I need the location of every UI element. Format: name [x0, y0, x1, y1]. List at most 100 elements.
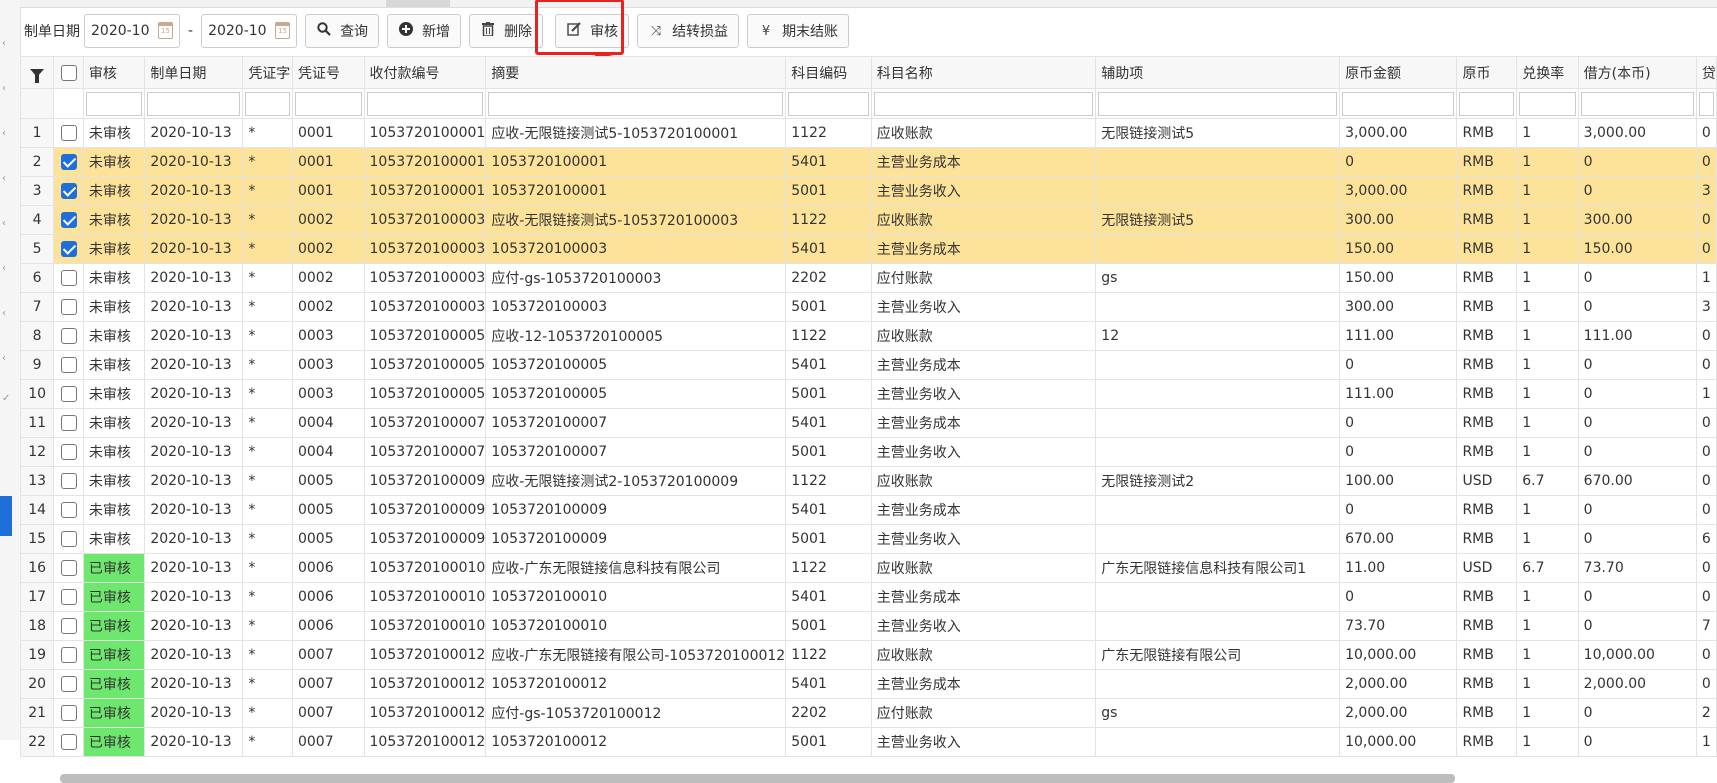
rate-cell[interactable]: 6.7 — [1516, 466, 1579, 496]
currency-cell[interactable]: USD — [1456, 553, 1518, 583]
summary-cell[interactable]: 1053720100009 — [485, 524, 787, 554]
voucher-word-cell[interactable]: * — [242, 350, 293, 380]
voucher-word-cell[interactable]: * — [242, 437, 293, 467]
voucher-word-cell[interactable]: * — [242, 524, 293, 554]
audit-status-cell[interactable]: 已审核 — [82, 553, 146, 583]
currency-cell[interactable]: RMB — [1456, 640, 1518, 670]
payment-no-cell[interactable]: 1053720100010 — [363, 611, 487, 641]
rate-cell[interactable]: 1 — [1516, 437, 1579, 467]
account-name-cell[interactable]: 应付账款 — [870, 698, 1097, 728]
account-name-cell[interactable]: 主营业务收入 — [870, 611, 1097, 641]
credit-cell[interactable]: 0 — [1695, 118, 1717, 148]
amount-cell[interactable]: 670.00 — [1339, 524, 1458, 554]
audit-status-cell[interactable]: 已审核 — [82, 669, 146, 699]
voucher-word-cell[interactable]: * — [242, 234, 293, 264]
credit-cell[interactable]: 2 — [1695, 698, 1717, 728]
audit-status-cell[interactable]: 未审核 — [82, 147, 146, 177]
voucher-word-cell[interactable]: * — [242, 292, 293, 322]
col-header-currency[interactable]: 原币 — [1456, 56, 1518, 89]
voucher-word-cell[interactable]: * — [242, 176, 293, 206]
filter-input-credit[interactable] — [1698, 91, 1714, 116]
col-header-account-name[interactable]: 科目名称 — [870, 56, 1097, 89]
table-row[interactable]: 4 未审核 2020-10-13 * 0002 1053720100003 应收-无限链接测… — [19, 205, 1717, 235]
debit-cell[interactable]: 0 — [1577, 176, 1697, 206]
filter-input-voucher-no[interactable] — [294, 91, 362, 116]
audit-status-cell[interactable]: 未审核 — [82, 176, 146, 206]
rate-cell[interactable]: 1 — [1516, 640, 1579, 670]
date-from-input[interactable] — [91, 23, 157, 39]
account-name-cell[interactable]: 应收账款 — [870, 466, 1097, 496]
amount-cell[interactable]: 3,000.00 — [1339, 118, 1458, 148]
chevron-left-icon[interactable]: ‹ — [2, 264, 10, 274]
audit-status-cell[interactable]: 未审核 — [82, 263, 146, 293]
credit-cell[interactable]: 0 — [1695, 582, 1717, 612]
account-name-cell[interactable]: 应收账款 — [870, 205, 1097, 235]
account-name-cell[interactable]: 主营业务成本 — [870, 408, 1097, 438]
rate-cell[interactable]: 1 — [1516, 234, 1579, 264]
debit-cell[interactable]: 0 — [1577, 437, 1697, 467]
debit-cell[interactable]: 3,000.00 — [1577, 118, 1697, 148]
summary-cell[interactable]: 1053720100012 — [485, 727, 787, 757]
filter-input-audit[interactable] — [85, 91, 143, 116]
row-select-cell[interactable] — [53, 727, 84, 757]
auxiliary-cell[interactable]: 无限链接测试2 — [1095, 466, 1341, 496]
currency-cell[interactable]: RMB — [1456, 524, 1518, 554]
chevron-left-icon[interactable]: ‹ — [2, 174, 10, 184]
currency-cell[interactable]: RMB — [1456, 234, 1518, 264]
amount-cell[interactable]: 100.00 — [1339, 466, 1458, 496]
row-checkbox[interactable] — [60, 676, 77, 692]
date-cell[interactable]: 2020-10-13 — [144, 234, 244, 264]
rate-cell[interactable]: 1 — [1516, 205, 1579, 235]
audit-status-cell[interactable]: 已审核 — [82, 698, 146, 728]
auxiliary-cell[interactable] — [1095, 408, 1341, 438]
audit-status-cell[interactable]: 已审核 — [82, 640, 146, 670]
amount-cell[interactable]: 0 — [1339, 350, 1458, 380]
col-header-payment-no[interactable]: 收付款编号 — [363, 56, 487, 89]
debit-cell[interactable]: 0 — [1577, 350, 1697, 380]
debit-cell[interactable]: 0 — [1577, 582, 1697, 612]
account-name-cell[interactable]: 应收账款 — [870, 118, 1097, 148]
debit-cell[interactable]: 0 — [1577, 727, 1697, 757]
table-row[interactable]: 1 未审核 2020-10-13 * 0001 1053720100001 应收-无限链接测… — [19, 118, 1717, 148]
voucher-no-cell[interactable]: 0006 — [291, 582, 365, 612]
col-header-rate[interactable]: 兑换率 — [1516, 56, 1579, 89]
select-all-checkbox[interactable] — [60, 64, 77, 81]
account-code-cell[interactable]: 5001 — [785, 379, 872, 409]
auxiliary-cell[interactable] — [1095, 582, 1341, 612]
voucher-word-cell[interactable]: * — [242, 263, 293, 293]
voucher-no-cell[interactable]: 0003 — [291, 321, 365, 351]
filter-input-debit[interactable] — [1580, 91, 1694, 116]
date-cell[interactable]: 2020-10-13 — [144, 321, 244, 351]
payment-no-cell[interactable]: 1053720100009 — [363, 466, 487, 496]
filter-input-account-code[interactable] — [788, 91, 869, 116]
voucher-no-cell[interactable]: 0001 — [291, 176, 365, 206]
summary-cell[interactable]: 1053720100001 — [485, 176, 787, 206]
voucher-word-cell[interactable]: * — [242, 698, 293, 728]
debit-cell[interactable]: 0 — [1577, 495, 1697, 525]
account-name-cell[interactable]: 主营业务收入 — [870, 292, 1097, 322]
col-header-amount[interactable]: 原币金额 — [1339, 56, 1458, 89]
account-code-cell[interactable]: 5401 — [785, 582, 872, 612]
account-code-cell[interactable]: 5401 — [785, 234, 872, 264]
amount-cell[interactable]: 11.00 — [1339, 553, 1458, 583]
rate-cell[interactable]: 1 — [1516, 176, 1579, 206]
chevron-left-icon[interactable]: ‹ — [2, 219, 10, 229]
row-checkbox[interactable] — [60, 270, 77, 286]
rate-cell[interactable]: 6.7 — [1516, 553, 1579, 583]
audit-status-cell[interactable]: 未审核 — [82, 292, 146, 322]
credit-cell[interactable]: 0 — [1695, 437, 1717, 467]
audit-status-cell[interactable]: 未审核 — [82, 437, 146, 467]
voucher-word-cell[interactable]: * — [242, 640, 293, 670]
rate-cell[interactable]: 1 — [1516, 147, 1579, 177]
audit-status-cell[interactable]: 未审核 — [82, 379, 146, 409]
auxiliary-cell[interactable]: 广东无限链接信息科技有限公司1 — [1095, 553, 1341, 583]
account-code-cell[interactable]: 5001 — [785, 611, 872, 641]
row-checkbox[interactable] — [60, 154, 77, 170]
voucher-word-cell[interactable]: * — [242, 466, 293, 496]
audit-status-cell[interactable]: 已审核 — [82, 582, 146, 612]
voucher-no-cell[interactable]: 0002 — [291, 292, 365, 322]
voucher-word-cell[interactable]: * — [242, 553, 293, 583]
amount-cell[interactable]: 2,000.00 — [1339, 698, 1458, 728]
currency-cell[interactable]: RMB — [1456, 205, 1518, 235]
account-code-cell[interactable]: 5401 — [785, 495, 872, 525]
